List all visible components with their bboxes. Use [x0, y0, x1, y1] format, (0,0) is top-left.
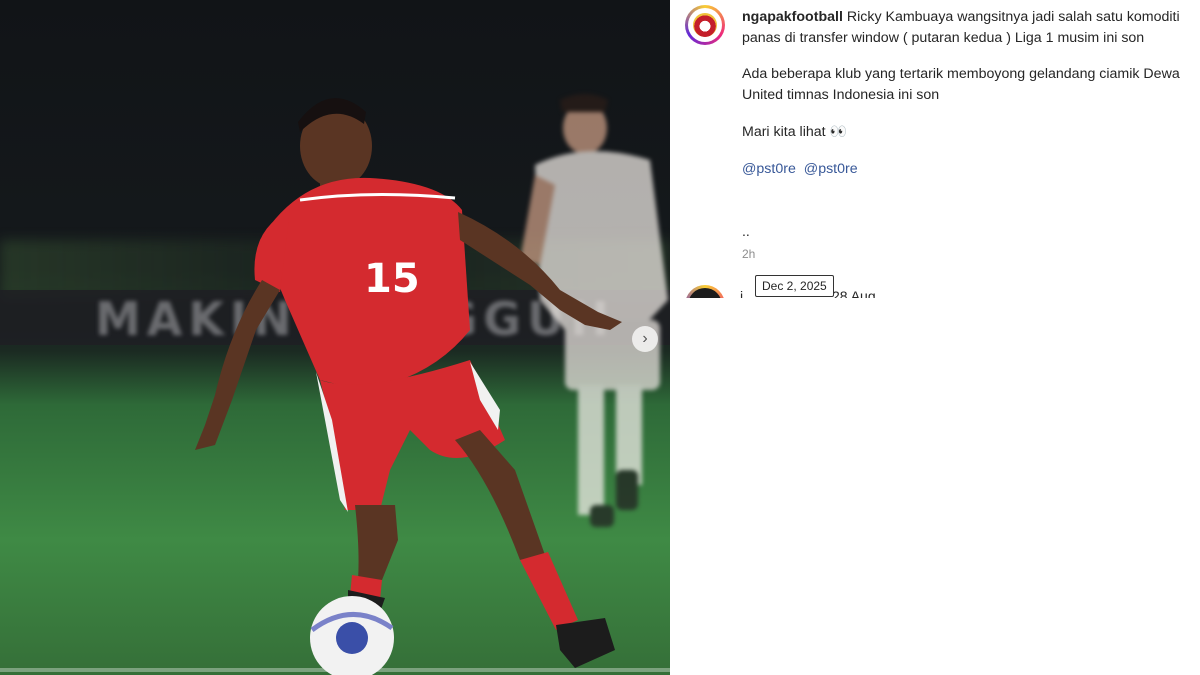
- post-timestamp[interactable]: 2h: [742, 247, 755, 261]
- author-username[interactable]: ngapakfootball: [742, 9, 843, 25]
- avatar-ring-inner: [688, 8, 722, 42]
- comments-panel: ngapakfootball Ricky Kambuaya wangsitnya…: [670, 0, 1200, 675]
- mention-link-2[interactable]: @pst0re: [804, 161, 858, 177]
- player-illustration: 15: [195, 94, 668, 675]
- caption-dots: ..: [742, 223, 750, 239]
- caption-paragraph-3: Mari kita lihat 👀: [742, 121, 1192, 143]
- post-photo[interactable]: MAKIN TANGGUH 15: [0, 0, 670, 675]
- caption-paragraph-2: Ada beberapa klub yang tertarik memboyon…: [742, 64, 1192, 105]
- next-photo-button[interactable]: ›: [632, 326, 658, 352]
- post-caption: ngapakfootball Ricky Kambuaya wangsitnya…: [742, 7, 1192, 195]
- chevron-right-icon: ›: [642, 330, 648, 347]
- caption-paragraph-1: ngapakfootball Ricky Kambuaya wangsitnya…: [742, 7, 1192, 48]
- jersey-number: 15: [364, 256, 420, 302]
- caption-text-3: Mari kita lihat: [742, 124, 826, 140]
- club-logo-icon: [693, 13, 717, 37]
- caption-text-2: Ada beberapa klub yang tertarik memboyon…: [742, 66, 1180, 103]
- comment-meta: 28 Aug...: [832, 288, 888, 298]
- commenter-username[interactable]: i: [740, 288, 743, 298]
- mention-link-1[interactable]: @pst0re: [742, 161, 796, 177]
- date-tooltip: Dec 2, 2025: [755, 275, 834, 297]
- panel-cutoff: [670, 298, 1200, 675]
- eyes-emoji-icon: 👀: [829, 123, 847, 139]
- author-avatar[interactable]: [685, 5, 725, 45]
- caption-mentions: @pst0re @pst0re: [742, 159, 1192, 180]
